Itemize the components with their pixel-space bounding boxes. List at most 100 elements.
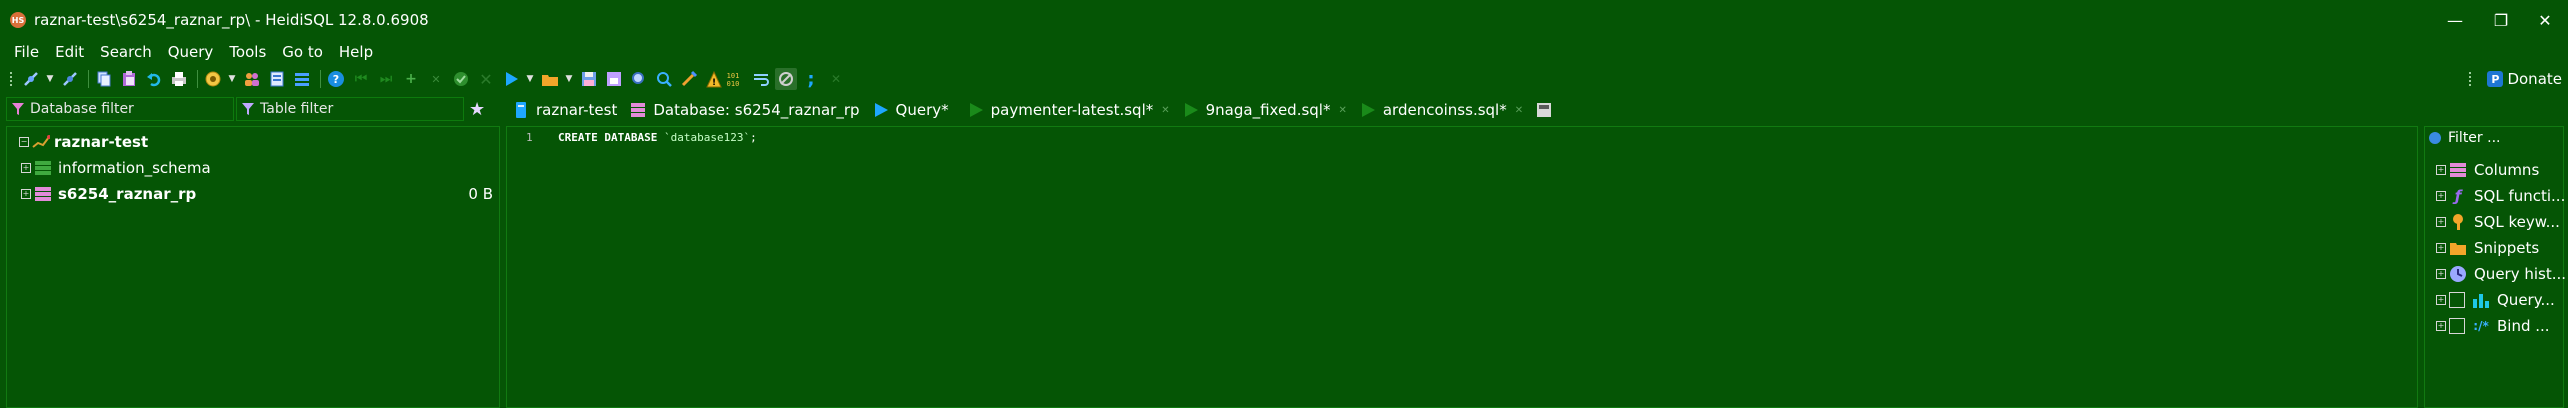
helper-label: SQL functi... — [2474, 187, 2566, 205]
toolbar-separator — [88, 70, 89, 88]
close-tab-icon[interactable]: ✕ — [1338, 105, 1346, 116]
open-sql-file-icon[interactable] — [539, 68, 561, 90]
tree-node-information-schema[interactable]: + information_schema — [21, 158, 211, 178]
helper-query-profile[interactable]: + Query... — [2436, 289, 2555, 311]
sql-identifier: `database123` — [663, 131, 751, 144]
stop-query-icon[interactable]: ✕ — [825, 68, 847, 90]
helper-sql-functions[interactable]: + ƒ SQL functi... — [2436, 185, 2565, 207]
session-manager-icon[interactable] — [202, 68, 224, 90]
menu-help[interactable]: Help — [331, 43, 381, 61]
toolbar-grip[interactable] — [10, 72, 12, 86]
open-dropdown-chevron-icon[interactable]: ▼ — [564, 74, 574, 84]
minimize-button[interactable]: — — [2432, 0, 2478, 40]
warning-binary-icon[interactable]: ! 101 010 — [703, 68, 747, 90]
auto-refresh-icon[interactable] — [775, 68, 797, 90]
table-tools-icon[interactable] — [291, 68, 313, 90]
menu-search[interactable]: Search — [92, 43, 160, 61]
tab-ardencoinss[interactable]: ardencoinss.sql* ✕ — [1355, 98, 1531, 122]
expand-icon[interactable]: + — [21, 163, 31, 173]
expand-icon[interactable]: + — [2436, 191, 2446, 201]
reformat-sql-icon[interactable] — [678, 68, 700, 90]
tree-node-server[interactable]: − raznar-test — [19, 132, 148, 152]
tab-paymenter-latest[interactable]: paymenter-latest.sql* ✕ — [963, 98, 1178, 122]
session-dropdown-chevron-icon[interactable]: ▼ — [227, 74, 237, 84]
tab-9naga-fixed[interactable]: 9naga_fixed.sql* ✕ — [1178, 98, 1355, 122]
database-tree-panel: − raznar-test + information_schema + s62… — [6, 126, 500, 408]
insert-record-icon[interactable]: + — [400, 68, 422, 90]
favorite-star-icon[interactable]: ★ — [469, 99, 485, 120]
helper-bind-parameters[interactable]: + :/* Bind ... — [2436, 315, 2550, 337]
helper-checkbox[interactable] — [2449, 292, 2465, 308]
expand-icon[interactable]: + — [2436, 243, 2446, 253]
expand-icon[interactable]: + — [2436, 269, 2446, 279]
save-snippet-icon[interactable] — [603, 68, 625, 90]
tree-node-s6254-raznar-rp[interactable]: + s6254_raznar_rp 0 B — [21, 184, 497, 204]
paypal-icon: P — [2487, 71, 2504, 87]
server-name: raznar-test — [54, 133, 149, 151]
helper-sql-keywords[interactable]: + SQL keyw... — [2436, 211, 2560, 233]
collapse-icon[interactable]: − — [19, 137, 29, 147]
expand-icon[interactable]: + — [2436, 321, 2446, 331]
execute-dropdown-chevron-icon[interactable]: ▼ — [525, 74, 535, 84]
delete-record-icon[interactable]: ✕ — [425, 68, 447, 90]
word-wrap-icon[interactable] — [750, 68, 772, 90]
post-record-icon[interactable] — [450, 68, 472, 90]
tab-host[interactable]: raznar-test — [508, 98, 625, 122]
last-record-icon[interactable]: ⏭ — [375, 68, 397, 90]
menu-tools[interactable]: Tools — [221, 43, 274, 61]
connect-dropdown-chevron-icon[interactable]: ▼ — [45, 74, 55, 84]
menu-query[interactable]: Query — [160, 43, 222, 61]
database-filter-input[interactable]: Database filter — [6, 97, 234, 121]
help-icon[interactable]: ? — [325, 68, 347, 90]
funnel-icon — [12, 103, 24, 115]
tab-database[interactable]: Database: s6254_raznar_rp — [625, 98, 867, 122]
semicolon-icon[interactable]: ; — [800, 68, 822, 90]
print-icon[interactable] — [168, 68, 190, 90]
copy-icon[interactable] — [93, 68, 115, 90]
helper-snippets[interactable]: + Snippets — [2436, 237, 2539, 259]
toolbar-grip[interactable] — [2469, 72, 2472, 86]
window-title: raznar-test\s6254_raznar_rp\ - HeidiSQL … — [34, 11, 429, 29]
tab-label: paymenter-latest.sql* — [990, 101, 1154, 119]
close-tab-icon[interactable]: ✕ — [1161, 105, 1169, 116]
expand-icon[interactable]: + — [2436, 295, 2446, 305]
first-record-icon[interactable]: ⏮ — [350, 68, 372, 90]
helpers-filter-input[interactable]: Filter ... — [2424, 126, 2564, 150]
close-tab-icon[interactable]: ✕ — [1515, 105, 1523, 116]
close-button[interactable]: ✕ — [2522, 0, 2568, 40]
clock-icon — [2449, 265, 2467, 283]
expand-icon[interactable]: + — [2436, 165, 2446, 175]
menu-edit[interactable]: Edit — [47, 43, 92, 61]
helper-columns[interactable]: + Columns — [2436, 159, 2539, 181]
expand-icon[interactable]: + — [2436, 217, 2446, 227]
new-query-tab-button[interactable] — [1531, 98, 1567, 122]
tab-query[interactable]: Query* — [868, 98, 957, 122]
database-icon — [34, 185, 52, 203]
restore-button[interactable]: ❐ — [2478, 0, 2524, 40]
connect-icon[interactable] — [20, 68, 42, 90]
helper-query-history[interactable]: + Query hist... — [2436, 263, 2566, 285]
menu-file[interactable]: File — [6, 43, 47, 61]
export-sql-icon[interactable] — [266, 68, 288, 90]
disconnect-icon[interactable] — [59, 68, 81, 90]
user-manager-icon[interactable] — [241, 68, 263, 90]
paste-icon[interactable] — [118, 68, 140, 90]
donate-button[interactable]: P Donate — [2469, 66, 2568, 92]
sql-editor[interactable] — [506, 126, 2418, 408]
replace-text-icon[interactable] — [653, 68, 675, 90]
menu-go-to[interactable]: Go to — [274, 43, 331, 61]
folder-icon — [2449, 239, 2467, 257]
execute-query-icon[interactable] — [500, 68, 522, 90]
table-filter-input[interactable]: Table filter — [236, 97, 464, 121]
funnel-icon — [242, 103, 254, 115]
code-line[interactable]: CREATE DATABASE `database123`; — [558, 131, 757, 144]
helper-checkbox[interactable] — [2449, 318, 2465, 334]
filter-and-tabs-row: Database filter Table filter ★ raznar-te… — [0, 97, 2568, 123]
undo-icon[interactable] — [143, 68, 165, 90]
find-text-icon[interactable] — [628, 68, 650, 90]
tab-label: raznar-test — [536, 101, 618, 119]
expand-icon[interactable]: + — [21, 189, 31, 199]
bind-icon: :/* — [2473, 319, 2489, 333]
save-sql-icon[interactable] — [578, 68, 600, 90]
cancel-edit-icon[interactable]: ✕ — [475, 68, 497, 90]
